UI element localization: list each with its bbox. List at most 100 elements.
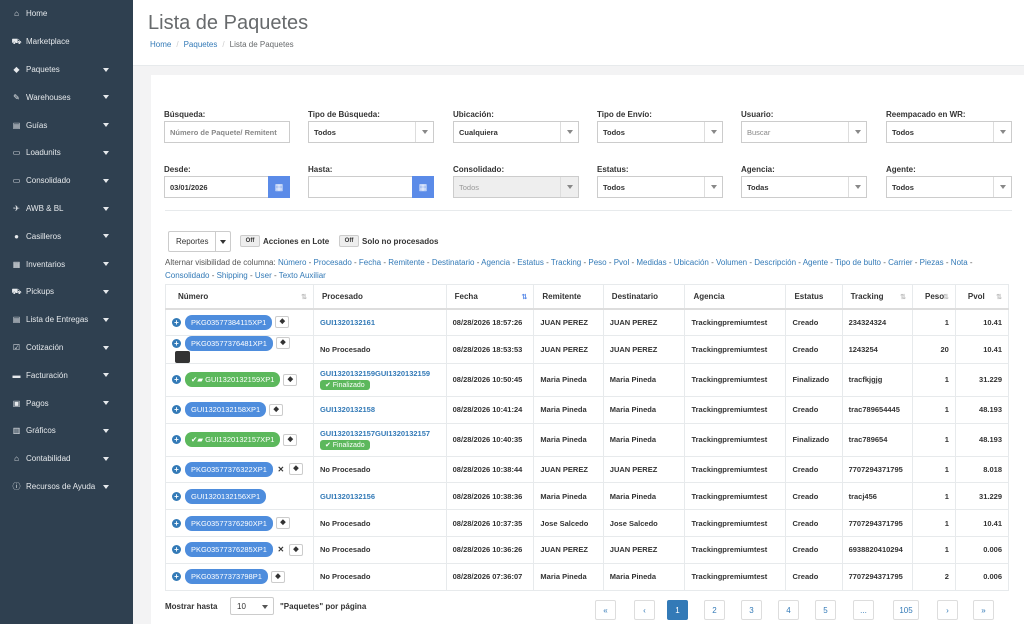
column-toggle-link[interactable]: Tracking [551, 258, 581, 267]
column-header[interactable]: Tracking ⇅ [841, 284, 914, 310]
column-toggle-link[interactable]: Carrier [888, 258, 912, 267]
column-header[interactable]: Número ⇅ [165, 284, 314, 310]
column-toggle-link[interactable]: Texto Auxiliar [279, 271, 326, 280]
tipo-busqueda-select[interactable]: Todos [308, 121, 434, 143]
tag-icon[interactable]: ◆ [283, 373, 298, 386]
page-size-select[interactable]: 10 [230, 597, 274, 615]
package-number-badge[interactable]: GUI1320132158XP1 [185, 402, 267, 418]
page-button[interactable]: 2 [704, 600, 725, 620]
package-number-badge[interactable]: PKG03577376290XP1 [185, 515, 273, 531]
column-toggle-link[interactable]: User [255, 271, 272, 280]
package-number-badge[interactable]: PKG03577376285XP1 [185, 542, 273, 558]
page-button[interactable]: › [937, 600, 958, 620]
column-toggle-link[interactable]: Pvol [614, 258, 630, 267]
ubicacion-select[interactable]: Cualquiera [453, 121, 579, 143]
expand-row-icon[interactable]: + [172, 405, 181, 415]
expand-row-icon[interactable]: + [172, 375, 181, 385]
sidebar-item[interactable]: ⛟ Marketplace [0, 28, 133, 56]
column-toggle-link[interactable]: Agencia [481, 258, 510, 267]
column-header[interactable]: Peso ⇅ [912, 284, 956, 310]
tag-icon[interactable]: ◆ [275, 517, 290, 530]
expand-row-icon[interactable]: + [172, 338, 181, 348]
column-header[interactable]: Remitente [533, 284, 604, 310]
sidebar-item[interactable]: ⌂ Contabilidad [0, 445, 133, 473]
column-toggle-link[interactable]: Número [278, 258, 306, 267]
breadcrumb-paquetes[interactable]: Paquetes [184, 40, 218, 49]
sidebar-item[interactable]: ▣ Pagos [0, 389, 133, 417]
expand-row-icon[interactable]: + [172, 317, 181, 327]
sort-icon[interactable]: ⇅ [996, 293, 1002, 301]
expand-row-icon[interactable]: + [172, 491, 181, 501]
page-button[interactable]: » [973, 600, 994, 620]
tag-icon[interactable]: ◆ [270, 570, 285, 583]
sidebar-item[interactable]: ▭ Loadunits [0, 139, 133, 167]
page-button[interactable]: ‹ [634, 600, 655, 620]
remove-icon[interactable]: ✕ [276, 465, 286, 474]
column-toggle-link[interactable]: Ubicación [674, 258, 709, 267]
column-toggle-link[interactable]: Consolidado [165, 271, 209, 280]
column-toggle-link[interactable]: Shipping [217, 271, 248, 280]
package-number-badge[interactable]: PKG03577384115XP1 [185, 314, 273, 330]
procesado-link[interactable]: GUI1320132157GUI1320132157 [320, 429, 430, 438]
package-number-badge[interactable]: PKG03577376322XP1 [185, 461, 273, 477]
expand-row-icon[interactable]: + [172, 572, 181, 582]
column-header[interactable]: Procesado [312, 284, 447, 310]
column-toggle-link[interactable]: Procesado [314, 258, 352, 267]
package-photo-thumbnail[interactable] [175, 350, 190, 363]
sort-icon[interactable]: ⇅ [522, 293, 528, 301]
procesado-link[interactable]: GUI1320132161 [320, 318, 375, 327]
desde-date-input[interactable]: 03/01/2026 [164, 176, 269, 198]
page-button[interactable]: « [595, 600, 616, 620]
column-header[interactable]: Estatus [785, 284, 843, 310]
desde-calendar-button[interactable]: ▦ [268, 176, 290, 198]
sidebar-item[interactable]: ☑ Cotización [0, 334, 133, 362]
sidebar-item[interactable]: ● Casilleros [0, 222, 133, 250]
sidebar-item[interactable]: ▤ Lista de Entregas [0, 306, 133, 334]
solo-no-procesados-toggle[interactable]: Off [339, 235, 359, 247]
agencia-select[interactable]: Todas [741, 176, 867, 198]
column-toggle-link[interactable]: Remitente [388, 258, 424, 267]
page-button[interactable]: ... [853, 600, 874, 620]
expand-row-icon[interactable]: + [172, 545, 181, 555]
breadcrumb-home[interactable]: Home [150, 40, 171, 49]
sidebar-item[interactable]: ⛟ Pickups [0, 278, 133, 306]
expand-row-icon[interactable]: + [172, 435, 181, 445]
column-toggle-link[interactable]: Agente [803, 258, 828, 267]
expand-row-icon[interactable]: + [172, 518, 181, 528]
package-number-badge[interactable]: PKG03577373798P1 [185, 569, 268, 585]
procesado-link[interactable]: GUI1320132159GUI1320132159 [320, 369, 430, 378]
page-button[interactable]: 1 [667, 600, 688, 620]
column-header[interactable]: Pvol ⇅ [954, 284, 1010, 310]
column-toggle-link[interactable]: Nota [951, 258, 968, 267]
column-header[interactable]: Fecha ⇅ [445, 284, 535, 310]
tag-icon[interactable]: ◆ [275, 316, 290, 329]
tag-icon[interactable]: ◆ [288, 463, 303, 476]
acciones-lote-toggle[interactable]: Off [240, 235, 260, 247]
column-toggle-link[interactable]: Piezas [920, 258, 944, 267]
package-number-badge[interactable]: PKG03577376481XP1 [185, 335, 273, 351]
sidebar-item[interactable]: ▬ Facturación [0, 361, 133, 389]
page-button[interactable]: 3 [741, 600, 762, 620]
hasta-date-input[interactable] [308, 176, 413, 198]
column-header[interactable]: Destinatario [602, 284, 686, 310]
hasta-calendar-button[interactable]: ▦ [412, 176, 434, 198]
sort-icon[interactable]: ⇅ [943, 293, 949, 301]
column-toggle-link[interactable]: Volumen [716, 258, 747, 267]
procesado-link[interactable]: GUI1320132158 [320, 405, 375, 414]
sidebar-item[interactable]: ⌂ Home [0, 0, 133, 28]
tipo-envio-select[interactable]: Todos [597, 121, 723, 143]
column-toggle-link[interactable]: Medidas [636, 258, 666, 267]
sort-icon[interactable]: ⇅ [900, 293, 906, 301]
column-toggle-link[interactable]: Destinatario [432, 258, 475, 267]
tag-icon[interactable]: ◆ [288, 543, 303, 556]
usuario-select[interactable]: Buscar [741, 121, 867, 143]
procesado-link[interactable]: GUI1320132156 [320, 492, 375, 501]
column-toggle-link[interactable]: Descripción [754, 258, 796, 267]
page-button[interactable]: 5 [815, 600, 836, 620]
package-number-badge[interactable]: ✔▰ GUI1320132157XP1 [185, 432, 281, 448]
estatus-select[interactable]: Todos [597, 176, 723, 198]
column-toggle-link[interactable]: Estatus [517, 258, 544, 267]
package-number-badge[interactable]: ✔▰ GUI1320132159XP1 [185, 372, 281, 388]
tag-icon[interactable]: ◆ [283, 433, 298, 446]
package-number-badge[interactable]: GUI1320132156XP1 [185, 488, 267, 504]
